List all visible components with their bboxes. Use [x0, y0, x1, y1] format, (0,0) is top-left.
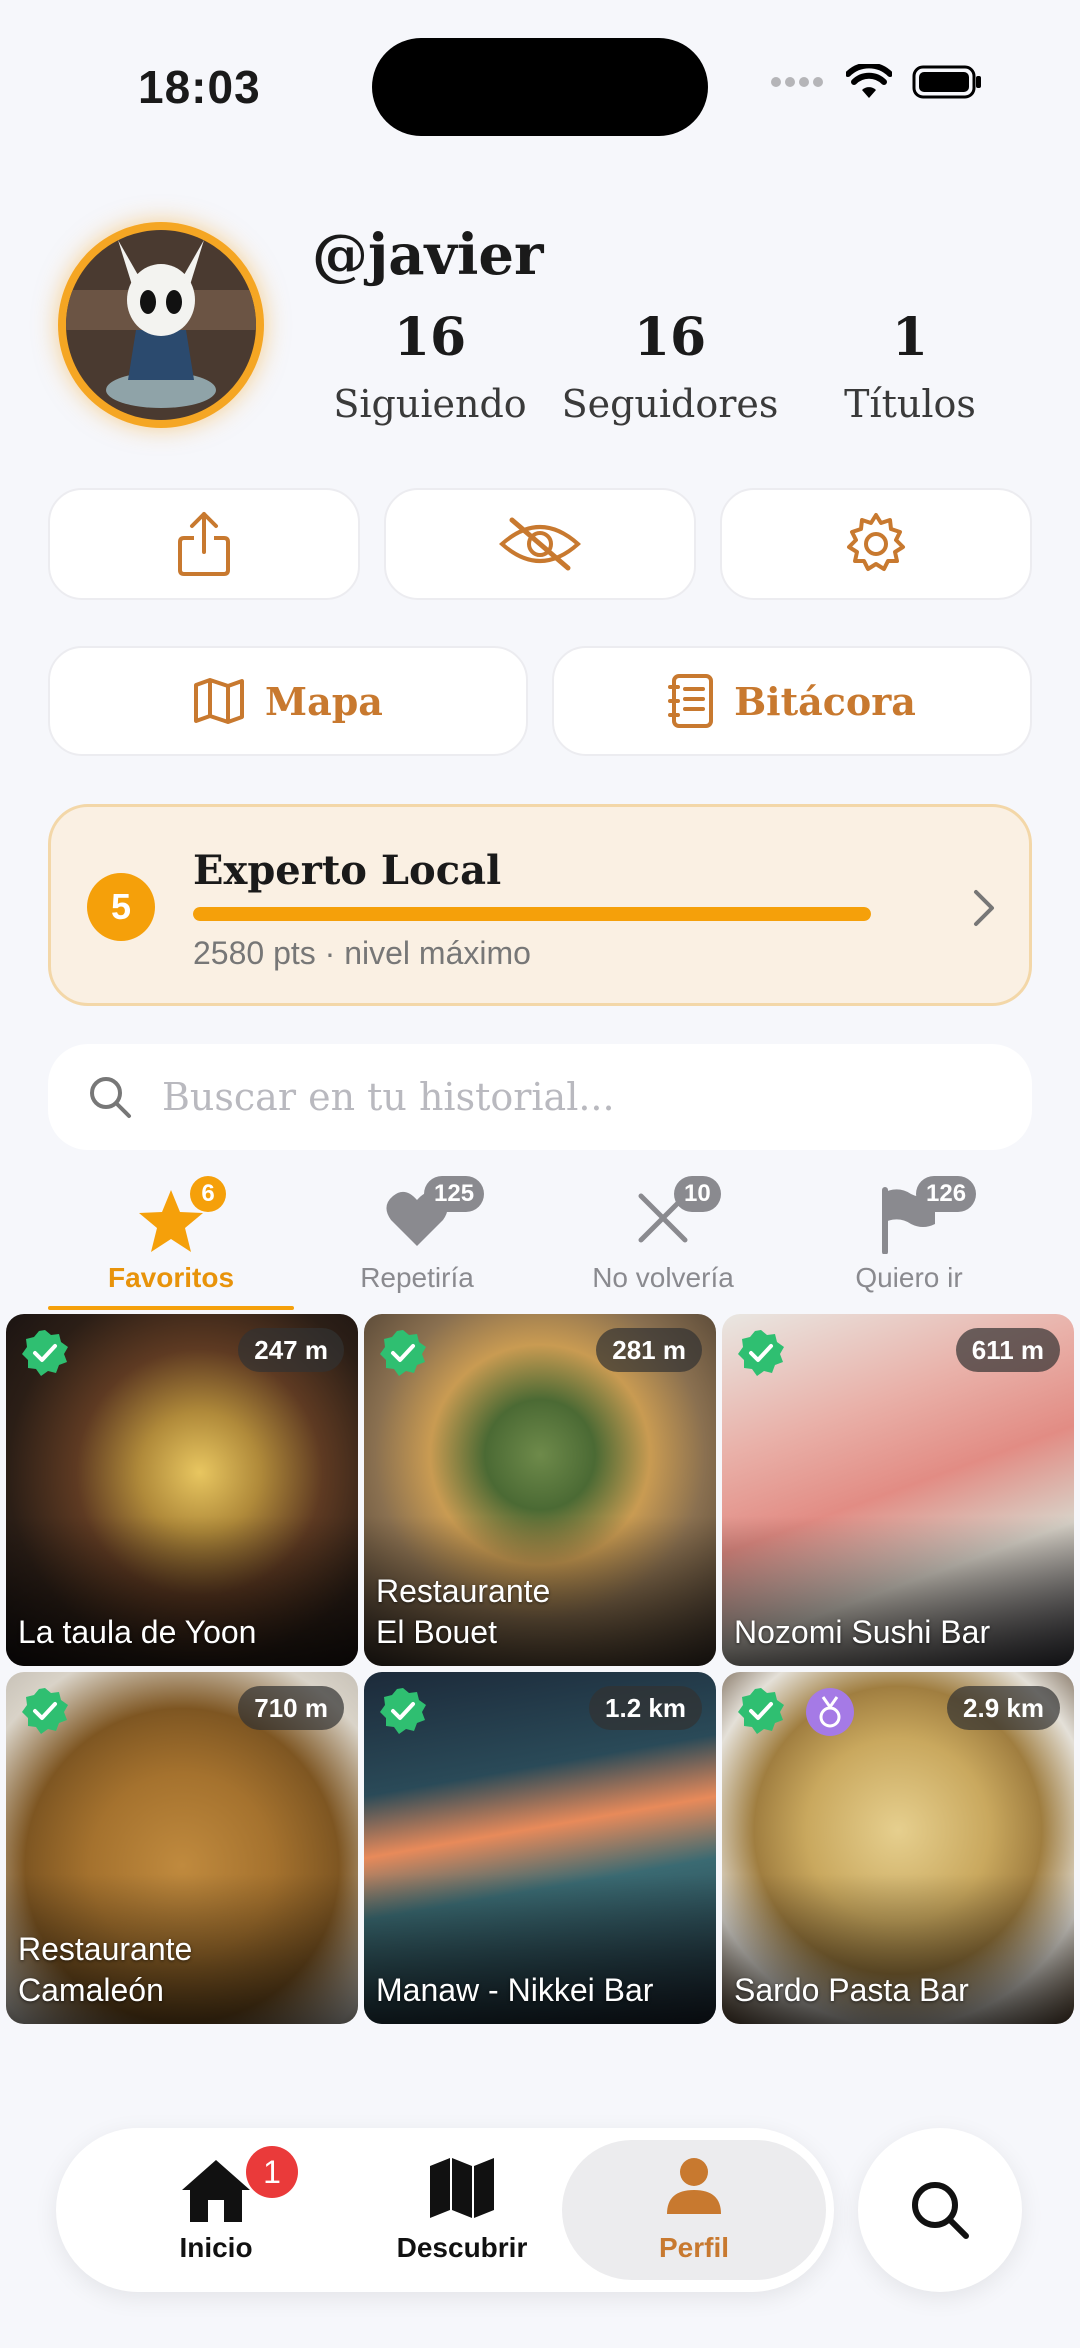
- filter-tabs: 6 Favoritos 125 Repetiría 10 No volvería…: [48, 1172, 1032, 1312]
- map-icon: [194, 678, 245, 724]
- map-label: Mapa: [265, 678, 383, 724]
- restaurant-name: Restaurante El Bouet: [376, 1572, 551, 1651]
- tab-count-badge: 125: [424, 1176, 485, 1212]
- search-input[interactable]: [162, 1075, 982, 1119]
- status-bar: 18:03: [0, 0, 1080, 170]
- tab-quiero-ir[interactable]: 126 Quiero ir: [786, 1172, 1032, 1312]
- signal-icon: [771, 77, 823, 87]
- stat-followers[interactable]: 16 Seguidores: [560, 307, 780, 427]
- check-badge-icon: [738, 1688, 784, 1734]
- gear-icon: [847, 513, 905, 571]
- log-button[interactable]: Bitácora: [552, 646, 1032, 756]
- restaurant-card[interactable]: 281 m Restaurante El Bouet: [364, 1314, 716, 1666]
- level-title: Experto Local: [193, 847, 502, 894]
- stat-titles[interactable]: 1 Títulos: [800, 307, 1020, 427]
- tab-count-badge: 10: [674, 1176, 721, 1212]
- level-subtitle: 2580 pts · nivel máximo: [193, 935, 531, 971]
- check-badge-icon: [380, 1688, 426, 1734]
- nav-label: Perfil: [658, 2232, 730, 2263]
- stat-label: Siguiendo: [333, 382, 527, 426]
- distance-badge: 281 m: [596, 1328, 702, 1372]
- nav-label: Descubrir: [396, 2232, 528, 2263]
- stat-value: 16: [633, 307, 707, 368]
- level-badge: 5: [87, 873, 155, 941]
- check-badge-icon: [738, 1330, 784, 1376]
- stat-value: 1: [891, 307, 929, 368]
- tab-bar: 1 Inicio Descubrir Perfil: [56, 2128, 834, 2292]
- stat-value: 16: [393, 307, 467, 368]
- dynamic-island: [372, 38, 708, 136]
- status-time: 18:03: [138, 61, 261, 113]
- tab-label: Repetiría: [360, 1262, 474, 1293]
- tab-label: No volvería: [592, 1262, 734, 1293]
- chevron-right-icon: [974, 890, 994, 926]
- restaurant-name: Restaurante Camaleón: [18, 1930, 193, 2009]
- nav-descubrir[interactable]: Descubrir: [342, 2128, 582, 2292]
- restaurant-card[interactable]: 1.2 km Manaw - Nikkei Bar: [364, 1672, 716, 2024]
- visibility-button[interactable]: [384, 488, 696, 600]
- stat-label: Seguidores: [561, 382, 779, 426]
- notification-badge: 1: [246, 2146, 298, 2198]
- tab-no-volveria[interactable]: 10 No volvería: [540, 1172, 786, 1312]
- check-badge-icon: [22, 1330, 68, 1376]
- level-card[interactable]: 5 Experto Local 2580 pts · nivel máximo: [48, 804, 1032, 1006]
- tab-count-badge: 126: [916, 1176, 977, 1212]
- status-icons: [770, 64, 982, 100]
- home-icon: [182, 2160, 250, 2222]
- avatar[interactable]: [58, 222, 264, 428]
- search-bar[interactable]: [48, 1044, 1032, 1150]
- distance-badge: 247 m: [238, 1328, 344, 1372]
- level-progress-bar: [193, 907, 871, 921]
- stat-following[interactable]: 16 Siguiendo: [320, 307, 540, 427]
- search-icon: [90, 1077, 131, 1118]
- search-fab[interactable]: [858, 2128, 1022, 2292]
- nav-inicio[interactable]: 1 Inicio: [96, 2128, 336, 2292]
- wifi-icon: [846, 64, 892, 98]
- restaurant-name: Sardo Pasta Bar: [734, 1972, 969, 2009]
- tab-favoritos[interactable]: 6 Favoritos: [48, 1172, 294, 1312]
- check-badge-icon: [22, 1688, 68, 1734]
- settings-button[interactable]: [720, 488, 1032, 600]
- restaurant-name: Manaw - Nikkei Bar: [376, 1972, 654, 2009]
- level-progress-fill: [193, 907, 871, 921]
- medal-badge: [806, 1688, 854, 1736]
- notebook-icon: [668, 674, 714, 728]
- avatar-image: [66, 230, 256, 420]
- log-label: Bitácora: [734, 678, 916, 724]
- restaurant-card[interactable]: 247 m La taula de Yoon: [6, 1314, 358, 1666]
- restaurant-name: Nozomi Sushi Bar: [734, 1614, 991, 1651]
- person-icon: [667, 2158, 721, 2214]
- nav-perfil[interactable]: Perfil: [562, 2140, 826, 2280]
- eye-slash-icon: [498, 517, 582, 571]
- stat-label: Títulos: [844, 382, 976, 426]
- tab-label: Quiero ir: [855, 1262, 963, 1293]
- check-badge-icon: [380, 1330, 426, 1376]
- map-icon: [430, 2158, 494, 2218]
- distance-badge: 1.2 km: [589, 1686, 702, 1730]
- share-button[interactable]: [48, 488, 360, 600]
- username: @javier: [312, 222, 544, 288]
- search-icon: [912, 2182, 969, 2239]
- restaurant-card[interactable]: 710 m Restaurante Camaleón: [6, 1672, 358, 2024]
- distance-badge: 2.9 km: [947, 1686, 1060, 1730]
- restaurant-name: La taula de Yoon: [18, 1614, 257, 1651]
- restaurant-card[interactable]: 2.9 km Sardo Pasta Bar: [722, 1672, 1074, 2024]
- distance-badge: 611 m: [955, 1328, 1060, 1372]
- tab-label: Favoritos: [107, 1262, 235, 1293]
- medal-icon: [819, 1696, 841, 1728]
- battery-icon: [912, 65, 981, 99]
- tab-repetiria[interactable]: 125 Repetiría: [294, 1172, 540, 1312]
- nav-label: Inicio: [179, 2232, 253, 2263]
- tab-active-indicator: [48, 1306, 294, 1310]
- share-icon: [178, 512, 230, 576]
- distance-badge: 710 m: [238, 1686, 344, 1730]
- map-button[interactable]: Mapa: [48, 646, 528, 756]
- tab-count-badge: 6: [190, 1176, 226, 1212]
- restaurant-card[interactable]: 611 m Nozomi Sushi Bar: [722, 1314, 1074, 1666]
